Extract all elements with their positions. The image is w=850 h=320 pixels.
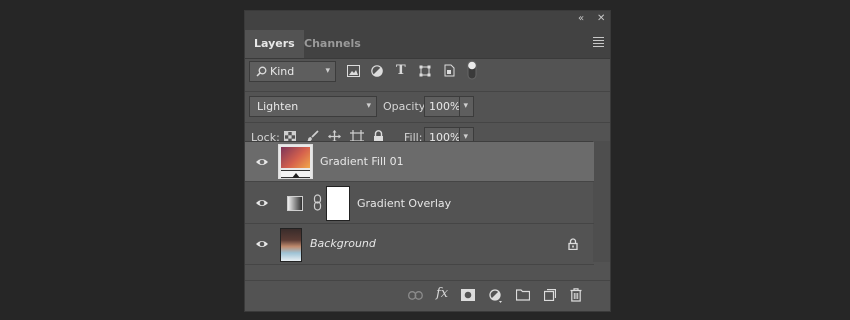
new-group-folder-icon[interactable]	[516, 289, 530, 301]
kind-filter-label: Kind	[270, 65, 295, 78]
blend-row: Lighten ▾ Opacity: 100% ▾	[245, 92, 610, 122]
chevron-down-icon: ▾	[366, 101, 371, 111]
layer-row-gradient-fill[interactable]: Gradient Fill 01	[245, 142, 594, 182]
new-adjustment-layer-icon[interactable]	[489, 289, 503, 303]
layer-row-background[interactable]: Background	[245, 224, 594, 265]
layer-style-fx-icon[interactable]: fx	[436, 287, 448, 301]
panel-title-bar: « ✕	[245, 11, 610, 28]
opacity-label: Opacity:	[383, 100, 429, 113]
image-filter-icon[interactable]	[347, 65, 360, 77]
delete-layer-trash-icon[interactable]	[570, 288, 582, 302]
opacity-input[interactable]: 100% ▾	[424, 96, 474, 117]
filter-row: Kind ▾ T	[245, 59, 610, 91]
layers-panel: « ✕ Layers Channels Kind ▾ T Lighten ▾ O…	[244, 10, 611, 312]
panel-footer: fx	[245, 280, 610, 311]
blend-mode-select[interactable]: Lighten ▾	[249, 96, 377, 117]
background-image-thumbnail	[280, 228, 302, 262]
layer-lock-icon	[568, 238, 578, 250]
smart-object-filter-icon[interactable]	[444, 64, 455, 77]
chevron-down-icon: ▾	[325, 66, 330, 76]
close-icon[interactable]: ✕	[597, 13, 605, 25]
gradient-fill-thumbnail	[278, 144, 313, 179]
link-chain-icon[interactable]	[313, 194, 322, 211]
visibility-eye-icon[interactable]	[255, 155, 269, 169]
layer-name: Gradient Fill 01	[320, 155, 404, 168]
search-icon	[256, 66, 267, 77]
opacity-value: 100%	[429, 100, 461, 113]
blend-mode-value: Lighten	[257, 100, 299, 113]
panel-tabs: Layers Channels	[245, 28, 610, 59]
kind-filter-select[interactable]: Kind ▾	[249, 61, 336, 82]
link-layers-icon[interactable]	[408, 291, 423, 300]
new-layer-icon[interactable]	[544, 289, 556, 301]
visibility-eye-icon[interactable]	[255, 237, 269, 251]
layer-name: Gradient Overlay	[357, 197, 452, 210]
layer-row-gradient-overlay[interactable]: Gradient Overlay	[245, 182, 594, 224]
chevron-down-icon[interactable]: ▾	[459, 97, 468, 116]
tab-channels[interactable]: Channels	[295, 30, 370, 58]
filter-toggle-icon[interactable]	[467, 60, 477, 80]
collapse-icon[interactable]: «	[578, 13, 584, 25]
layer-name: Background	[310, 237, 376, 250]
type-filter-icon[interactable]: T	[396, 64, 406, 78]
shape-filter-icon[interactable]	[419, 65, 431, 77]
gradient-adjustment-icon	[287, 196, 303, 211]
add-mask-icon[interactable]	[461, 289, 475, 301]
layers-scrollbar[interactable]	[593, 141, 610, 262]
visibility-eye-icon[interactable]	[255, 196, 269, 210]
adjustment-filter-icon[interactable]	[371, 65, 383, 77]
panel-menu-icon[interactable]	[593, 37, 604, 49]
layer-mask-thumbnail[interactable]	[326, 186, 350, 221]
